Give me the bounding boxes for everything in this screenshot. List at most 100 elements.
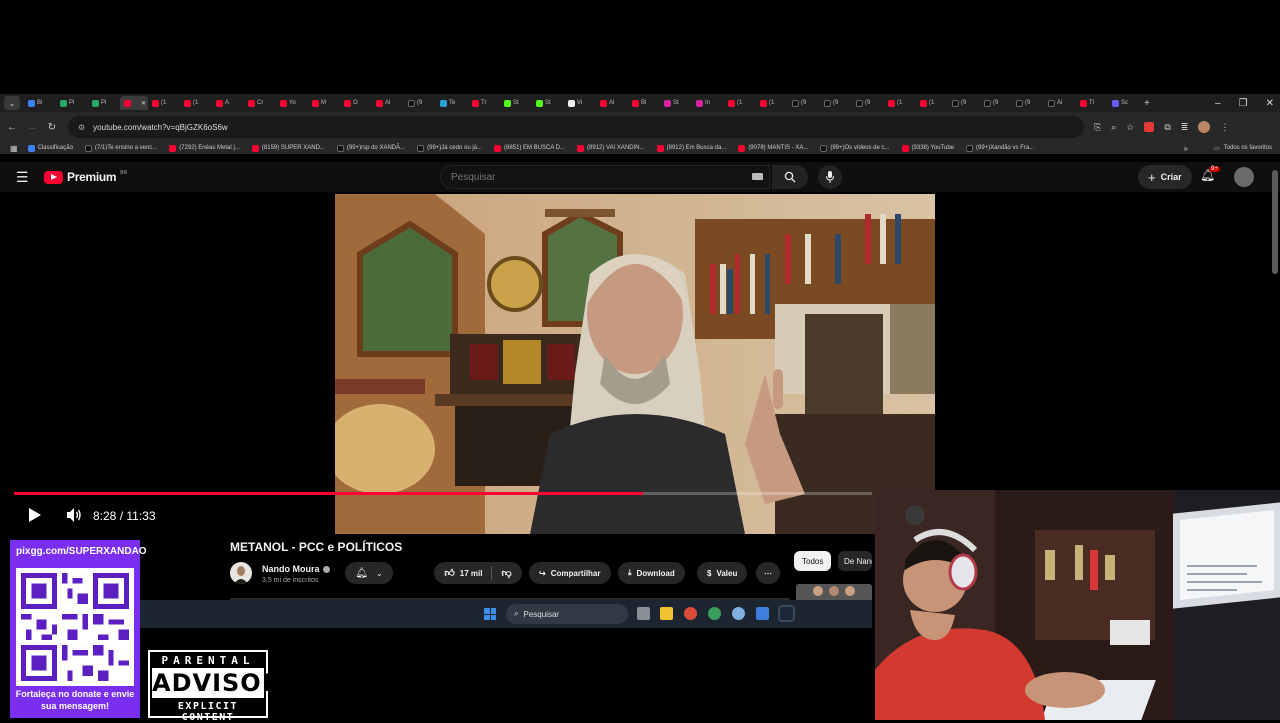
browser-tab[interactable]: (1: [180, 96, 212, 110]
all-bookmarks-button[interactable]: ▭ Todos os favoritos: [1214, 142, 1272, 154]
chip-all[interactable]: Todos: [794, 551, 832, 571]
browser-tab[interactable]: (1: [148, 96, 180, 110]
voice-search-button[interactable]: [818, 165, 842, 189]
extension-icon[interactable]: [1144, 122, 1155, 132]
browser-tab[interactable]: Cr: [244, 96, 276, 110]
bookmark-item[interactable]: (99+)rsp do XANDÃ...: [336, 144, 405, 152]
create-button[interactable]: + Criar: [1138, 165, 1192, 189]
site-info-icon[interactable]: ⚙: [78, 123, 85, 132]
search-button[interactable]: [772, 165, 808, 189]
bookmarks-overflow-button[interactable]: »: [1184, 144, 1188, 153]
search-input[interactable]: [440, 165, 770, 189]
settings-icon[interactable]: [732, 607, 745, 620]
new-tab-button[interactable]: +: [1144, 98, 1150, 109]
restore-button[interactable]: ❐: [1239, 98, 1248, 109]
browser-tab[interactable]: In: [692, 96, 724, 110]
channel-name-link[interactable]: Nando Moura: [262, 564, 330, 574]
youtube-premium-logo[interactable]: Premium BR: [44, 170, 127, 184]
hamburger-menu-icon[interactable]: ☰: [16, 169, 29, 186]
browser-tab[interactable]: (9: [980, 96, 1012, 110]
keyboard-icon[interactable]: [752, 173, 763, 180]
browser-tab[interactable]: (9: [852, 96, 884, 110]
browser-tab[interactable]: Te: [436, 96, 468, 110]
browser-tab[interactable]: (1: [916, 96, 948, 110]
task-view-icon[interactable]: [637, 607, 650, 620]
bookmark-item[interactable]: (8159) SUPER XAND...: [251, 144, 325, 152]
bookmark-item[interactable]: (8912) VAI XANDIN...: [577, 144, 645, 152]
downloads-icon[interactable]: ≣: [1181, 122, 1189, 133]
taskbar-search-input[interactable]: ⌕ Pesquisar: [506, 604, 628, 624]
browser-menu-icon[interactable]: ⋮: [1220, 122, 1229, 133]
zoom-icon[interactable]: ⌕: [1111, 122, 1116, 133]
close-window-button[interactable]: ✕: [1266, 98, 1274, 109]
bookmark-item[interactable]: (7292) Enéas Metal |...: [169, 144, 240, 152]
browser-tab[interactable]: Bi: [24, 96, 56, 110]
bookmark-item[interactable]: (99+)Os vídeos de c...: [820, 144, 890, 152]
app-icon[interactable]: [756, 607, 769, 620]
browser-tab[interactable]: Vi: [564, 96, 596, 110]
channel-avatar[interactable]: [230, 562, 252, 584]
browser-tab[interactable]: St: [500, 96, 532, 110]
windows-start-icon[interactable]: [484, 608, 496, 620]
browser-tab[interactable]: Bl: [628, 96, 660, 110]
subscription-bell-button[interactable]: 🔔︎ ⌄: [345, 562, 393, 584]
bookmark-item[interactable]: (8851) EM BUSCA D...: [494, 144, 565, 152]
browser-tab[interactable]: Al: [596, 96, 628, 110]
obs-icon[interactable]: [708, 607, 721, 620]
chip-from-channel[interactable]: De Nando Moura: [838, 551, 872, 571]
browser-tab[interactable]: Sc: [1108, 96, 1140, 110]
browser-tab[interactable]: Ai: [1044, 96, 1076, 110]
like-button[interactable]: 👍︎ 17 mil: [444, 567, 482, 579]
download-button[interactable]: ⤓ Download: [618, 562, 685, 584]
bookmark-star-icon[interactable]: ☆: [1126, 122, 1134, 133]
install-app-icon[interactable]: ⎘: [1094, 122, 1101, 133]
tab-search-menu-button[interactable]: ⌄: [4, 96, 20, 110]
reload-button[interactable]: ↻: [42, 122, 62, 133]
browser-tab[interactable]: (9: [1012, 96, 1044, 110]
minimize-button[interactable]: –: [1215, 98, 1221, 109]
url-field[interactable]: ⚙ youtube.com/watch?v=qBjGZK6oS6w: [68, 116, 1084, 138]
thanks-button[interactable]: $ Valeu: [697, 562, 748, 584]
bookmark-item[interactable]: (99+)Já cedo ou já...: [417, 144, 482, 152]
browser-tab[interactable]: St: [532, 96, 564, 110]
browser-tab[interactable]: (9: [788, 96, 820, 110]
share-button[interactable]: ↪ Compartilhar: [529, 562, 611, 584]
apps-grid-icon[interactable]: ▦: [10, 144, 18, 153]
profile-avatar[interactable]: [1198, 121, 1211, 133]
browser-tab[interactable]: M: [308, 96, 340, 110]
browser-tab[interactable]: (1: [884, 96, 916, 110]
browser-tab[interactable]: Yo: [276, 96, 308, 110]
bookmark-item[interactable]: (7/1)Te ensino a venc...: [84, 144, 157, 152]
browser-tab[interactable]: A: [212, 96, 244, 110]
browser-tab[interactable]: Pi: [88, 96, 120, 110]
browser-tab[interactable]: Al: [372, 96, 404, 110]
steam-icon[interactable]: [780, 607, 793, 620]
bookmark-item[interactable]: (8912) Em Busca da...: [656, 144, 726, 152]
thumbs-down-icon[interactable]: 👎︎: [501, 567, 511, 579]
browser-tab[interactable]: (1: [756, 96, 788, 110]
bookmark-item[interactable]: Classificação: [27, 144, 73, 152]
browser-tab[interactable]: Pi: [56, 96, 88, 110]
browser-tab[interactable]: (9: [404, 96, 436, 110]
tab-active[interactable]: ✕: [120, 96, 148, 110]
back-button[interactable]: ←: [2, 122, 22, 133]
browser-tab[interactable]: O: [340, 96, 372, 110]
play-icon[interactable]: [28, 507, 42, 523]
page-scrollbar[interactable]: [1272, 170, 1278, 274]
browser-tab[interactable]: Tr: [468, 96, 500, 110]
account-avatar[interactable]: [1234, 167, 1254, 187]
bookmark-item[interactable]: (99+)Xandão vs Fra...: [966, 144, 1034, 152]
video-frame[interactable]: [335, 194, 935, 534]
browser-tab[interactable]: St: [660, 96, 692, 110]
browser-tab[interactable]: (9: [948, 96, 980, 110]
browser-tab[interactable]: (9: [820, 96, 852, 110]
extensions-puzzle-icon[interactable]: ⧉: [1164, 122, 1170, 133]
close-tab-icon[interactable]: ✕: [141, 100, 146, 107]
browser-tab[interactable]: (1: [724, 96, 756, 110]
more-actions-button[interactable]: ⋯: [756, 562, 780, 584]
chrome-icon[interactable]: [684, 607, 697, 620]
bookmark-item[interactable]: (9338) YouTube: [901, 144, 954, 152]
file-explorer-icon[interactable]: [660, 607, 673, 620]
browser-tab[interactable]: Tl: [1076, 96, 1108, 110]
forward-button[interactable]: →: [22, 122, 42, 133]
